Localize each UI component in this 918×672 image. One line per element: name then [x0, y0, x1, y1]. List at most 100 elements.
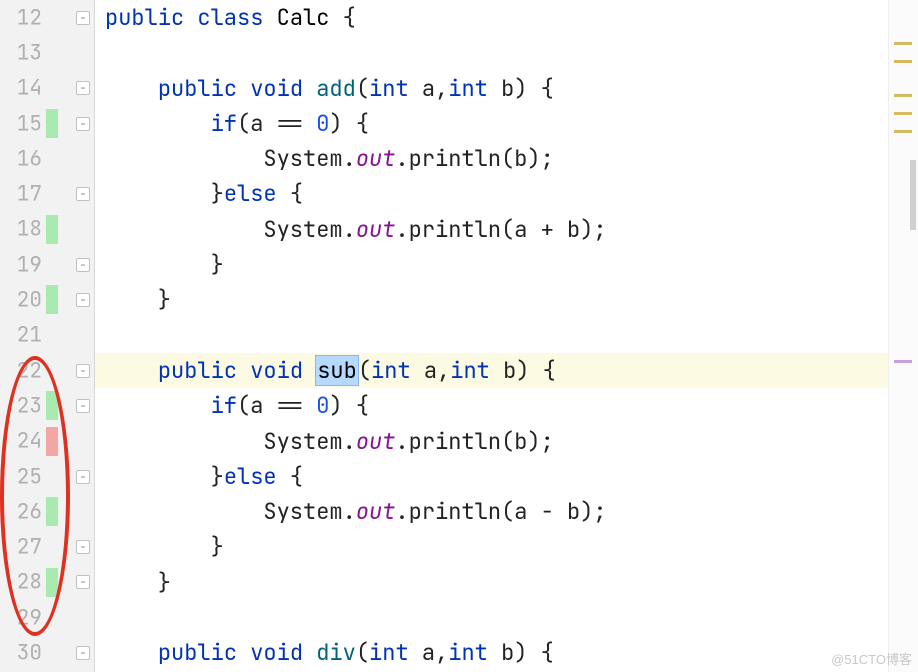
coverage-marker-green[interactable] [46, 497, 58, 526]
coverage-marker-green[interactable] [46, 285, 58, 314]
code-line[interactable]: System.out.println(a - b); [95, 494, 888, 529]
coverage-marker-red[interactable] [46, 427, 58, 456]
editor-minimap[interactable] [888, 0, 918, 672]
fold-icon[interactable] [76, 293, 90, 307]
code-token [303, 74, 316, 103]
line-number: 21 [0, 322, 42, 349]
coverage-marker-green[interactable] [46, 109, 58, 138]
code-token [105, 391, 211, 420]
coverage-marker-green[interactable] [46, 391, 58, 420]
code-line[interactable]: System.out.println(b); [95, 424, 888, 459]
code-line[interactable]: if(a == 0) { [95, 388, 888, 423]
line-number: 13 [0, 39, 42, 66]
code-token: System. [105, 215, 356, 244]
fold-icon[interactable] [76, 258, 90, 272]
code-token: { [277, 462, 303, 491]
code-token [237, 356, 250, 385]
coverage-marker-green[interactable] [46, 215, 58, 244]
code-line[interactable] [95, 35, 888, 70]
code-token: } [105, 568, 171, 597]
minimap-marker[interactable] [894, 360, 912, 363]
code-token: else [224, 179, 277, 208]
code-line[interactable]: System.out.println(b); [95, 141, 888, 176]
code-line[interactable]: public void add(int a,int b) { [95, 71, 888, 106]
line-number: 27 [0, 534, 42, 561]
code-line[interactable] [95, 318, 888, 353]
fold-icon[interactable] [76, 364, 90, 378]
fold-icon[interactable] [76, 470, 90, 484]
selected-identifier[interactable]: sub [315, 355, 359, 386]
minimap-marker[interactable] [894, 112, 912, 115]
code-line[interactable]: } [95, 247, 888, 282]
code-token: } [105, 462, 224, 491]
code-line[interactable]: }else { [95, 176, 888, 211]
code-token: public [158, 638, 237, 667]
fold-icon[interactable] [76, 646, 90, 660]
code-line[interactable]: } [95, 282, 888, 317]
minimap-marker[interactable] [910, 160, 916, 230]
code-line[interactable]: System.out.println(a + b); [95, 212, 888, 247]
code-token [105, 638, 158, 667]
code-line[interactable]: public void div(int a,int b) { [95, 635, 888, 670]
code-token: int [369, 74, 409, 103]
gutter-row: 28 [0, 565, 94, 600]
minimap-marker[interactable] [894, 60, 912, 63]
code-token: } [105, 250, 224, 279]
code-line[interactable]: if(a == 0) { [95, 106, 888, 141]
gutter-row: 15 [0, 106, 94, 141]
code-token: .println(a + b); [395, 215, 606, 244]
code-token [263, 3, 276, 32]
code-line[interactable]: } [95, 529, 888, 564]
code-token: b) { [488, 638, 554, 667]
fold-icon[interactable] [76, 187, 90, 201]
line-number: 19 [0, 251, 42, 278]
fold-icon[interactable] [76, 81, 90, 95]
gutter-row: 20 [0, 282, 94, 317]
coverage-marker-green[interactable] [46, 568, 58, 597]
line-number: 18 [0, 216, 42, 243]
code-token: out [356, 427, 396, 456]
gutter-row: 17 [0, 176, 94, 211]
code-token: .println(a - b); [395, 497, 606, 526]
code-token: b) { [488, 74, 554, 103]
code-token: div [316, 638, 356, 667]
code-line[interactable]: }else { [95, 459, 888, 494]
fold-icon[interactable] [76, 117, 90, 131]
minimap-marker[interactable] [894, 42, 912, 45]
code-token: { [329, 3, 355, 32]
code-token: System. [105, 427, 356, 456]
code-token: void [250, 74, 303, 103]
code-token: ( [356, 638, 369, 667]
code-token: ( [356, 74, 369, 103]
fold-icon[interactable] [76, 575, 90, 589]
code-token: class [197, 3, 263, 32]
minimap-marker[interactable] [894, 94, 912, 97]
code-token: out [356, 215, 396, 244]
code-line[interactable]: } [95, 565, 888, 600]
code-token [105, 109, 211, 138]
line-number: 17 [0, 181, 42, 208]
code-token: int [448, 638, 488, 667]
code-token: void [250, 356, 303, 385]
code-token: ( [358, 356, 371, 385]
code-token [303, 638, 316, 667]
code-token: ) { [329, 391, 369, 420]
code-line[interactable]: public void sub(int a,int b) { [95, 353, 888, 388]
code-area[interactable]: public class Calc { public void add(int … [95, 0, 888, 672]
gutter-row: 16 [0, 141, 94, 176]
code-line[interactable]: public class Calc { [95, 0, 888, 35]
code-token: 0 [316, 109, 329, 138]
code-token: .println(b); [395, 427, 553, 456]
gutter-row: 22 [0, 353, 94, 388]
code-token: public [158, 74, 237, 103]
code-token [184, 3, 197, 32]
fold-icon[interactable] [76, 399, 90, 413]
code-token: if [211, 109, 237, 138]
code-token: int [448, 74, 488, 103]
code-line[interactable] [95, 600, 888, 635]
fold-icon[interactable] [76, 540, 90, 554]
code-token: add [316, 74, 356, 103]
fold-icon[interactable] [76, 11, 90, 25]
minimap-marker[interactable] [894, 130, 912, 133]
code-token: Calc [277, 3, 330, 32]
